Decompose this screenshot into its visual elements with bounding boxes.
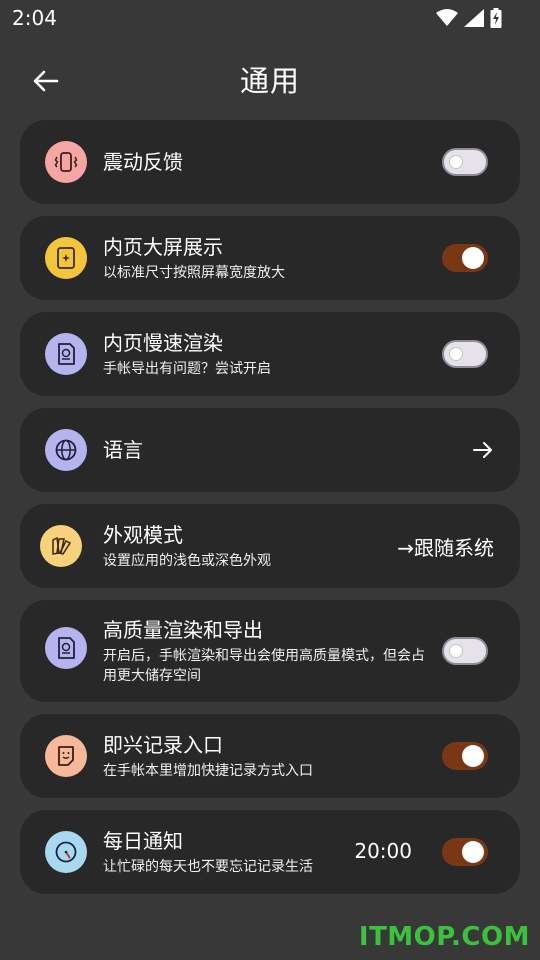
setting-title: 每日通知 [103,829,183,853]
setting-title: 即兴记录入口 [103,733,223,757]
setting-daily-notification[interactable]: 每日通知 让忙碌的每天也不要忘记记录生活 20:00 [20,810,520,894]
toggle-knob [462,745,484,767]
setting-vibration-feedback[interactable]: 震动反馈 [20,120,520,204]
toggle-knob [462,247,484,269]
document-icon [58,343,75,365]
appearance-mode-value[interactable]: →跟随系统 [397,532,494,561]
setting-appearance-mode[interactable]: 外观模式 设置应用的浅色或深色外观 →跟随系统 [20,504,520,588]
setting-subtitle: 开启后，手帐渲染和导出会使用高质量模式，但会占用更大储存空间 [103,648,425,684]
toggle-knob [449,155,463,169]
setting-title: 内页慢速渲染 [103,331,223,355]
note-icon [58,746,74,766]
setting-title: 外观模式 [103,523,183,547]
quick-record-toggle[interactable] [442,742,488,770]
setting-text: 震动反馈 [103,148,183,176]
note-icon-badge [45,735,87,777]
watermark: ITMOP.COM [358,922,530,952]
setting-text: 语言 [103,436,143,464]
status-icons [436,8,502,28]
setting-text: 每日通知 让忙碌的每天也不要忘记记录生活 [103,827,313,877]
status-time: 2:04 [12,6,57,30]
wifi-icon [436,9,458,26]
vibration-icon [54,152,78,172]
vibration-feedback-toggle[interactable] [442,148,488,176]
setting-text: 内页慢速渲染 手帐导出有问题？尝试开启 [103,329,271,379]
document-icon [58,637,75,659]
toggle-knob [449,347,463,361]
setting-text: 内页大屏展示 以标准尺寸按照屏幕宽度放大 [103,233,285,283]
setting-title: 语言 [103,438,143,462]
setting-subtitle: 设置应用的浅色或深色外观 [103,553,271,569]
setting-slow-render[interactable]: 内页慢速渲染 手帐导出有问题？尝试开启 [20,312,520,396]
setting-text: 高质量渲染和导出 开启后，手帐渲染和导出会使用高质量模式，但会占用更大储存空间 [103,616,433,686]
toggle-knob [462,841,484,863]
document-icon-badge [45,627,87,669]
clock-icon-badge [45,831,87,873]
status-bar: 2:04 [0,0,540,36]
signal-icon [464,9,484,27]
page-title: 通用 [239,64,300,98]
document-icon-badge [45,333,87,375]
clock-icon [55,841,77,863]
arrow-right-icon[interactable] [472,439,494,461]
battery-charging-icon [490,8,502,28]
setting-subtitle: 以标准尺寸按照屏幕宽度放大 [103,265,285,281]
setting-subtitle: 让忙碌的每天也不要忘记记录生活 [103,859,313,875]
setting-subtitle: 手帐导出有问题？尝试开启 [103,361,271,377]
setting-large-screen[interactable]: 内页大屏展示 以标准尺寸按照屏幕宽度放大 [20,216,520,300]
globe-icon [55,439,77,461]
slow-render-toggle[interactable] [442,340,488,368]
tablet-icon-badge [45,237,87,279]
setting-title: 内页大屏展示 [103,235,223,259]
setting-text: 即兴记录入口 在手帐本里增加快捷记录方式入口 [103,731,313,781]
app-header: 通用 [0,44,540,116]
daily-notification-toggle[interactable] [442,838,488,866]
setting-high-quality[interactable]: 高质量渲染和导出 开启后，手帐渲染和导出会使用高质量模式，但会占用更大储存空间 [20,600,520,702]
palette-icon-badge [40,525,82,567]
setting-language[interactable]: 语言 [20,408,520,492]
large-screen-toggle[interactable] [442,244,488,272]
setting-title: 高质量渲染和导出 [103,618,263,642]
globe-icon-badge [45,429,87,471]
setting-title: 震动反馈 [103,150,183,174]
setting-text: 外观模式 设置应用的浅色或深色外观 [103,521,271,571]
palette-icon [52,536,72,555]
high-quality-toggle[interactable] [442,637,488,665]
setting-quick-record[interactable]: 即兴记录入口 在手帐本里增加快捷记录方式入口 [20,714,520,798]
vibration-icon-badge [45,141,87,183]
setting-subtitle: 在手帐本里增加快捷记录方式入口 [103,763,313,779]
toggle-knob [449,644,463,658]
tablet-icon [57,247,75,269]
notification-time-value[interactable]: 20:00 [354,839,412,863]
